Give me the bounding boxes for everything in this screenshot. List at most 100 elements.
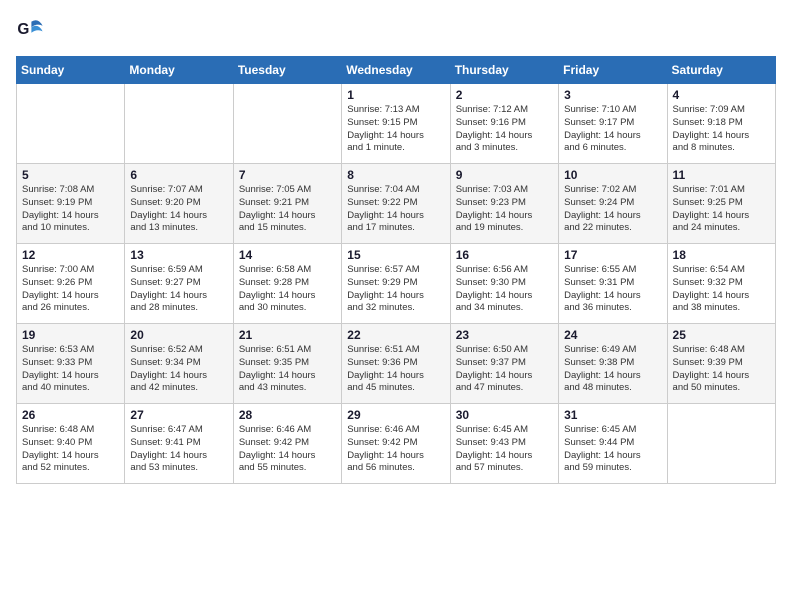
calendar-cell	[125, 84, 233, 164]
calendar-cell	[233, 84, 341, 164]
calendar-cell: 7Sunrise: 7:05 AM Sunset: 9:21 PM Daylig…	[233, 164, 341, 244]
weekday-header-sunday: Sunday	[17, 57, 125, 84]
logo: G	[16, 16, 48, 44]
day-content: Sunrise: 7:10 AM Sunset: 9:17 PM Dayligh…	[564, 104, 661, 155]
day-content: Sunrise: 6:50 AM Sunset: 9:37 PM Dayligh…	[456, 344, 553, 395]
day-content: Sunrise: 7:01 AM Sunset: 9:25 PM Dayligh…	[673, 184, 770, 235]
day-content: Sunrise: 7:12 AM Sunset: 9:16 PM Dayligh…	[456, 104, 553, 155]
calendar-cell: 9 Sunrise: 7:03 AM Sunset: 9:23 PM Daylig…	[450, 164, 558, 244]
day-content: Sunrise: 7:07 AM Sunset: 9:20 PM Dayligh…	[130, 184, 227, 235]
calendar-cell: 4Sunrise: 7:09 AM Sunset: 9:18 PM Daylig…	[667, 84, 775, 164]
day-content: Sunrise: 6:45 AM Sunset: 9:44 PM Dayligh…	[564, 424, 661, 475]
weekday-header-wednesday: Wednesday	[342, 57, 450, 84]
calendar-cell: 18Sunrise: 6:54 AM Sunset: 9:32 PM Dayli…	[667, 244, 775, 324]
day-number: 2	[456, 88, 553, 102]
day-number: 14	[239, 248, 336, 262]
day-number: 13	[130, 248, 227, 262]
calendar-cell: 8 Sunrise: 7:04 AM Sunset: 9:22 PM Daylig…	[342, 164, 450, 244]
calendar-cell: 17Sunrise: 6:55 AM Sunset: 9:31 PM Dayli…	[559, 244, 667, 324]
weekday-header-monday: Monday	[125, 57, 233, 84]
day-number: 29	[347, 408, 444, 422]
calendar-cell: 6 Sunrise: 7:07 AM Sunset: 9:20 PM Daylig…	[125, 164, 233, 244]
day-content: Sunrise: 6:56 AM Sunset: 9:30 PM Dayligh…	[456, 264, 553, 315]
day-content: Sunrise: 6:51 AM Sunset: 9:35 PM Dayligh…	[239, 344, 336, 395]
day-content: Sunrise: 6:51 AM Sunset: 9:36 PM Dayligh…	[347, 344, 444, 395]
day-content: Sunrise: 7:02 AM Sunset: 9:24 PM Dayligh…	[564, 184, 661, 235]
logo-icon: G	[16, 16, 44, 44]
day-content: Sunrise: 6:49 AM Sunset: 9:38 PM Dayligh…	[564, 344, 661, 395]
calendar-cell: 3Sunrise: 7:10 AM Sunset: 9:17 PM Daylig…	[559, 84, 667, 164]
weekday-header-saturday: Saturday	[667, 57, 775, 84]
weekday-header-tuesday: Tuesday	[233, 57, 341, 84]
day-content: Sunrise: 6:54 AM Sunset: 9:32 PM Dayligh…	[673, 264, 770, 315]
calendar-cell: 1 Sunrise: 7:13 AM Sunset: 9:15 PM Daylig…	[342, 84, 450, 164]
day-number: 28	[239, 408, 336, 422]
day-number: 1	[347, 88, 444, 102]
day-number: 30	[456, 408, 553, 422]
day-number: 7	[239, 168, 336, 182]
header: G	[16, 16, 776, 44]
calendar-cell: 10 Sunrise: 7:02 AM Sunset: 9:24 PM Dayli…	[559, 164, 667, 244]
day-content: Sunrise: 6:48 AM Sunset: 9:39 PM Dayligh…	[673, 344, 770, 395]
calendar-cell: 25 Sunrise: 6:48 AM Sunset: 9:39 PM Dayli…	[667, 324, 775, 404]
calendar-week-5: 26Sunrise: 6:48 AM Sunset: 9:40 PM Dayli…	[17, 404, 776, 484]
calendar-week-3: 12 Sunrise: 7:00 AM Sunset: 9:26 PM Dayli…	[17, 244, 776, 324]
day-number: 25	[673, 328, 770, 342]
day-content: Sunrise: 6:48 AM Sunset: 9:40 PM Dayligh…	[22, 424, 119, 475]
day-number: 21	[239, 328, 336, 342]
calendar-week-1: 1 Sunrise: 7:13 AM Sunset: 9:15 PM Daylig…	[17, 84, 776, 164]
day-number: 4	[673, 88, 770, 102]
calendar-cell	[667, 404, 775, 484]
day-number: 22	[347, 328, 444, 342]
calendar-week-4: 19Sunrise: 6:53 AM Sunset: 9:33 PM Dayli…	[17, 324, 776, 404]
day-number: 24	[564, 328, 661, 342]
day-number: 8	[347, 168, 444, 182]
calendar-cell: 28 Sunrise: 6:46 AM Sunset: 9:42 PM Dayli…	[233, 404, 341, 484]
day-content: Sunrise: 7:13 AM Sunset: 9:15 PM Dayligh…	[347, 104, 444, 155]
day-number: 23	[456, 328, 553, 342]
day-number: 31	[564, 408, 661, 422]
day-number: 10	[564, 168, 661, 182]
day-number: 9	[456, 168, 553, 182]
calendar-cell: 16 Sunrise: 6:56 AM Sunset: 9:30 PM Dayli…	[450, 244, 558, 324]
day-number: 27	[130, 408, 227, 422]
day-number: 15	[347, 248, 444, 262]
day-content: Sunrise: 7:03 AM Sunset: 9:23 PM Dayligh…	[456, 184, 553, 235]
calendar-cell: 24 Sunrise: 6:49 AM Sunset: 9:38 PM Dayli…	[559, 324, 667, 404]
calendar-cell: 22 Sunrise: 6:51 AM Sunset: 9:36 PM Dayli…	[342, 324, 450, 404]
calendar-cell: 20Sunrise: 6:52 AM Sunset: 9:34 PM Dayli…	[125, 324, 233, 404]
calendar-cell: 19Sunrise: 6:53 AM Sunset: 9:33 PM Dayli…	[17, 324, 125, 404]
calendar-cell: 14 Sunrise: 6:58 AM Sunset: 9:28 PM Dayli…	[233, 244, 341, 324]
weekday-header-row: SundayMondayTuesdayWednesdayThursdayFrid…	[17, 57, 776, 84]
calendar-cell: 12 Sunrise: 7:00 AM Sunset: 9:26 PM Dayli…	[17, 244, 125, 324]
day-number: 12	[22, 248, 119, 262]
calendar-cell: 27 Sunrise: 6:47 AM Sunset: 9:41 PM Dayli…	[125, 404, 233, 484]
day-content: Sunrise: 6:59 AM Sunset: 9:27 PM Dayligh…	[130, 264, 227, 315]
day-content: Sunrise: 7:00 AM Sunset: 9:26 PM Dayligh…	[22, 264, 119, 315]
svg-text:G: G	[17, 21, 29, 38]
day-content: Sunrise: 6:58 AM Sunset: 9:28 PM Dayligh…	[239, 264, 336, 315]
day-content: Sunrise: 6:47 AM Sunset: 9:41 PM Dayligh…	[130, 424, 227, 475]
day-content: Sunrise: 6:52 AM Sunset: 9:34 PM Dayligh…	[130, 344, 227, 395]
weekday-header-friday: Friday	[559, 57, 667, 84]
calendar-cell: 5Sunrise: 7:08 AM Sunset: 9:19 PM Daylig…	[17, 164, 125, 244]
day-content: Sunrise: 6:46 AM Sunset: 9:42 PM Dayligh…	[239, 424, 336, 475]
calendar-cell: 13 Sunrise: 6:59 AM Sunset: 9:27 PM Dayli…	[125, 244, 233, 324]
calendar-week-2: 5Sunrise: 7:08 AM Sunset: 9:19 PM Daylig…	[17, 164, 776, 244]
calendar-cell: 30 Sunrise: 6:45 AM Sunset: 9:43 PM Dayli…	[450, 404, 558, 484]
calendar-cell: 11 Sunrise: 7:01 AM Sunset: 9:25 PM Dayli…	[667, 164, 775, 244]
day-content: Sunrise: 7:04 AM Sunset: 9:22 PM Dayligh…	[347, 184, 444, 235]
day-content: Sunrise: 6:46 AM Sunset: 9:42 PM Dayligh…	[347, 424, 444, 475]
calendar-cell	[17, 84, 125, 164]
calendar-table: SundayMondayTuesdayWednesdayThursdayFrid…	[16, 56, 776, 484]
calendar-cell: 29 Sunrise: 6:46 AM Sunset: 9:42 PM Dayli…	[342, 404, 450, 484]
day-number: 6	[130, 168, 227, 182]
calendar-cell: 2 Sunrise: 7:12 AM Sunset: 9:16 PM Daylig…	[450, 84, 558, 164]
day-number: 19	[22, 328, 119, 342]
calendar-cell: 31 Sunrise: 6:45 AM Sunset: 9:44 PM Dayli…	[559, 404, 667, 484]
day-number: 11	[673, 168, 770, 182]
day-content: Sunrise: 6:45 AM Sunset: 9:43 PM Dayligh…	[456, 424, 553, 475]
day-number: 16	[456, 248, 553, 262]
calendar-cell: 21 Sunrise: 6:51 AM Sunset: 9:35 PM Dayli…	[233, 324, 341, 404]
day-number: 17	[564, 248, 661, 262]
